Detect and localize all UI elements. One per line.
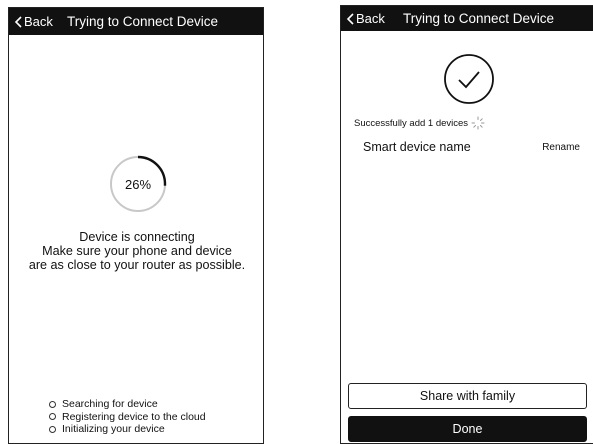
back-label: Back: [356, 11, 385, 26]
nav-bar: Back Trying to Connect Device: [341, 6, 593, 31]
chevron-left-icon: [14, 15, 22, 28]
device-name: Smart device name: [363, 140, 471, 154]
progress-percent: 26%: [124, 176, 152, 192]
page-title: Trying to Connect Device: [403, 11, 555, 26]
back-button[interactable]: Back: [346, 6, 385, 31]
nav-bar: Back Trying to Connect Device: [9, 8, 263, 35]
connection-steps: Searching for device Registering device …: [49, 398, 206, 436]
connecting-screen: Back Trying to Connect Device 26% Device…: [8, 7, 264, 444]
rename-button[interactable]: Rename: [542, 142, 580, 153]
success-screen: Back Trying to Connect Device Successful…: [340, 5, 593, 444]
done-button[interactable]: Done: [348, 416, 587, 442]
step-label: Initializing your device: [62, 423, 165, 435]
step-item: Searching for device: [49, 398, 206, 411]
status-line-1: Device is connecting: [79, 230, 195, 244]
step-bullet-icon: [49, 425, 56, 433]
back-button[interactable]: Back: [14, 8, 53, 35]
success-text: Successfully add 1 devices: [354, 117, 469, 129]
device-row: Smart device name Rename: [341, 140, 593, 158]
step-bullet-icon: [49, 400, 56, 408]
chevron-left-icon: [346, 12, 354, 25]
page-title: Trying to Connect Device: [67, 14, 219, 29]
status-line-3: are as close to your router as possible.: [28, 258, 246, 272]
share-with-family-button[interactable]: Share with family: [348, 383, 587, 409]
step-label: Searching for device: [62, 398, 158, 410]
checkmark-circle-icon: [443, 53, 495, 105]
step-label: Registering device to the cloud: [62, 410, 206, 423]
status-line-2: Make sure your phone and device: [42, 244, 232, 258]
progress-ring: 26%: [108, 154, 168, 214]
back-label: Back: [24, 14, 53, 29]
step-bullet-icon: [49, 413, 56, 421]
step-item: Initializing your device: [49, 423, 206, 436]
step-item: Registering device to the cloud: [49, 411, 206, 424]
success-message: Successfully add 1 devices: [354, 116, 485, 130]
loading-spinner-icon: [471, 116, 485, 130]
